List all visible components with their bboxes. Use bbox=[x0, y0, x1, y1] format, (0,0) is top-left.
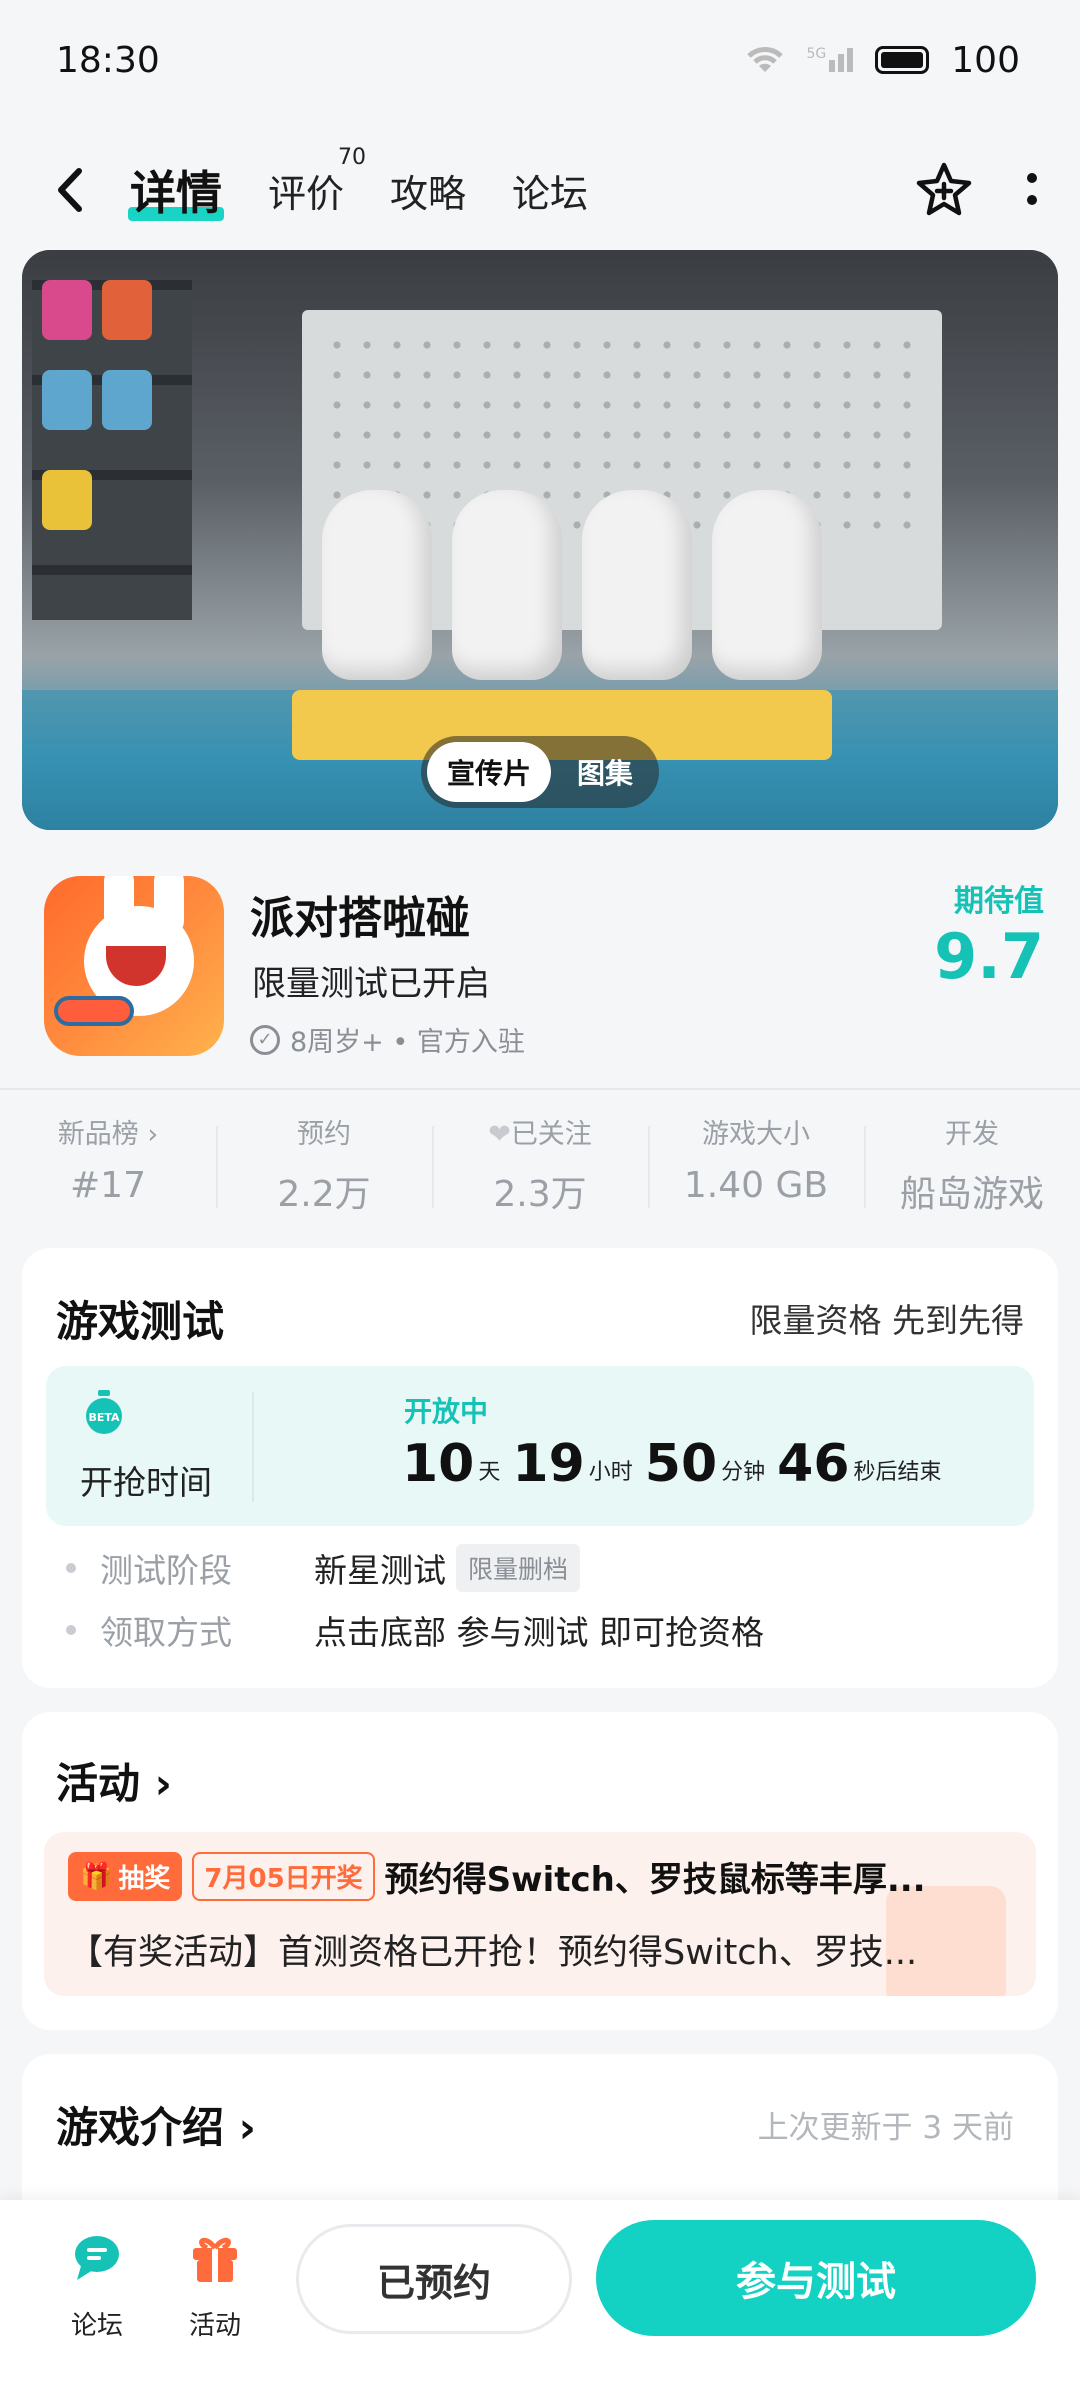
test-stage-row: 测试阶段 新星测试 限量删档 bbox=[66, 1544, 764, 1592]
signal-icon: 5G bbox=[807, 46, 854, 72]
game-header: 派对搭啦碰 限量测试已开启 ✓ 8周岁+ • 官方入驻 期待值 9.7 bbox=[44, 876, 1044, 1059]
stat-rank[interactable]: 新品榜 › #17 bbox=[0, 1112, 216, 1222]
countdown-seconds: 46 bbox=[777, 1434, 850, 1494]
media-toggle: 宣传片 图集 bbox=[420, 736, 660, 808]
bottom-forum-button[interactable]: 论坛 bbox=[52, 2228, 142, 2342]
video-tab[interactable]: 宣传片 bbox=[426, 742, 551, 802]
forum-chat-icon bbox=[75, 2236, 119, 2280]
game-icon bbox=[44, 876, 224, 1056]
expectation-score: 期待值 9.7 bbox=[934, 884, 1044, 993]
heart-icon: ❤ bbox=[488, 1119, 511, 1150]
join-test-button[interactable]: 参与测试 bbox=[596, 2220, 1036, 2336]
stat-reservations: 预约 2.2万 bbox=[216, 1112, 432, 1222]
tab-reviews[interactable]: 评价 70 bbox=[268, 145, 366, 218]
stat-developer[interactable]: 开发 船岛游戏 bbox=[864, 1112, 1080, 1222]
gift-icon bbox=[193, 2237, 237, 2282]
wifi-icon bbox=[746, 47, 783, 72]
gallery-tab[interactable]: 图集 bbox=[557, 742, 653, 802]
intro-title[interactable]: 游戏介绍 › bbox=[56, 2094, 256, 2155]
chevron-left-icon bbox=[58, 168, 82, 212]
battery-icon bbox=[875, 46, 930, 74]
countdown: 10 天 19 小时 50 分钟 46 秒后结束 bbox=[402, 1434, 942, 1494]
status-bar: 18:30 5G 100 bbox=[0, 0, 1080, 120]
battery-level: 100 bbox=[951, 39, 1020, 81]
game-title: 派对搭啦碰 bbox=[250, 893, 470, 944]
activity-title[interactable]: 活动 › bbox=[56, 1750, 172, 1811]
reserved-button[interactable]: 已预约 bbox=[296, 2224, 572, 2334]
stat-size: 游戏大小 1.40 GB bbox=[648, 1112, 864, 1222]
beta-timer-icon: BETA bbox=[86, 1390, 122, 1434]
test-status: 开放中 bbox=[404, 1395, 489, 1428]
activity-item[interactable]: 🎁 抽奖 7月05日开奖 预约得Switch、罗技鼠标等丰厚... 【有奖活动】… bbox=[44, 1832, 1036, 1996]
divider bbox=[0, 1088, 1080, 1090]
game-tagline: 限量测试已开启 bbox=[252, 964, 490, 1004]
bottom-action-bar: 论坛 活动 已预约 参与测试 bbox=[0, 2200, 1080, 2400]
tab-guides[interactable]: 攻略 bbox=[390, 163, 466, 218]
svg-text:BETA: BETA bbox=[88, 1411, 120, 1424]
draw-date-tag: 7月05日开奖 bbox=[192, 1852, 375, 1901]
status-time: 18:30 bbox=[56, 39, 160, 81]
more-options-icon[interactable] bbox=[1024, 168, 1040, 212]
countdown-minutes: 50 bbox=[644, 1434, 718, 1494]
media-banner[interactable]: 宣传片 图集 bbox=[22, 250, 1058, 830]
gift-icon: 🎁 bbox=[80, 1861, 113, 1892]
activity-headline: 预约得Switch、罗技鼠标等丰厚... bbox=[384, 1860, 926, 1900]
game-meta: ✓ 8周岁+ • 官方入驻 bbox=[250, 1020, 525, 1059]
test-note: 限量资格 先到先得 bbox=[749, 1301, 1025, 1340]
tab-reviews-label: 评价 bbox=[268, 171, 345, 216]
countdown-box: BETA 开抢时间 开放中 10 天 19 小时 50 分钟 46 秒后结束 bbox=[46, 1366, 1034, 1526]
bottom-activity-button[interactable]: 活动 bbox=[170, 2228, 260, 2342]
stage-tag: 限量删档 bbox=[456, 1544, 581, 1592]
test-method-row: 领取方式 点击底部 参与测试 即可抢资格 bbox=[66, 1610, 764, 1652]
verified-icon: ✓ bbox=[250, 1024, 280, 1055]
tab-forum[interactable]: 论坛 bbox=[512, 163, 588, 218]
reviews-count-badge: 70 bbox=[338, 144, 367, 170]
game-test-card: 游戏测试 限量资格 先到先得 BETA 开抢时间 开放中 10 天 19 小时 50… bbox=[22, 1248, 1058, 1688]
favorite-star-icon[interactable] bbox=[914, 160, 974, 220]
intro-updated: 上次更新于 3 天前 bbox=[757, 2110, 1014, 2146]
lottery-tag: 🎁 抽奖 bbox=[68, 1852, 183, 1901]
stats-row: 新品榜 › #17 预约 2.2万 ❤已关注 2.3万 游戏大小 1.40 GB… bbox=[0, 1112, 1080, 1222]
tab-details[interactable]: 详情 bbox=[128, 157, 224, 223]
timer-label: 开抢时间 bbox=[80, 1463, 212, 1502]
top-nav: 详情 评价 70 攻略 论坛 bbox=[0, 140, 1080, 240]
countdown-hours: 19 bbox=[512, 1434, 585, 1494]
back-button[interactable] bbox=[40, 160, 100, 220]
activity-description: 【有奖活动】首测资格已开抢！预约得Switch、罗技... bbox=[68, 1933, 918, 1973]
stat-followers: ❤已关注 2.3万 bbox=[432, 1112, 648, 1222]
countdown-days: 10 bbox=[402, 1434, 475, 1494]
activity-card: 活动 › 🎁 抽奖 7月05日开奖 预约得Switch、罗技鼠标等丰厚... 【… bbox=[22, 1712, 1058, 2030]
test-title: 游戏测试 bbox=[56, 1297, 225, 1346]
